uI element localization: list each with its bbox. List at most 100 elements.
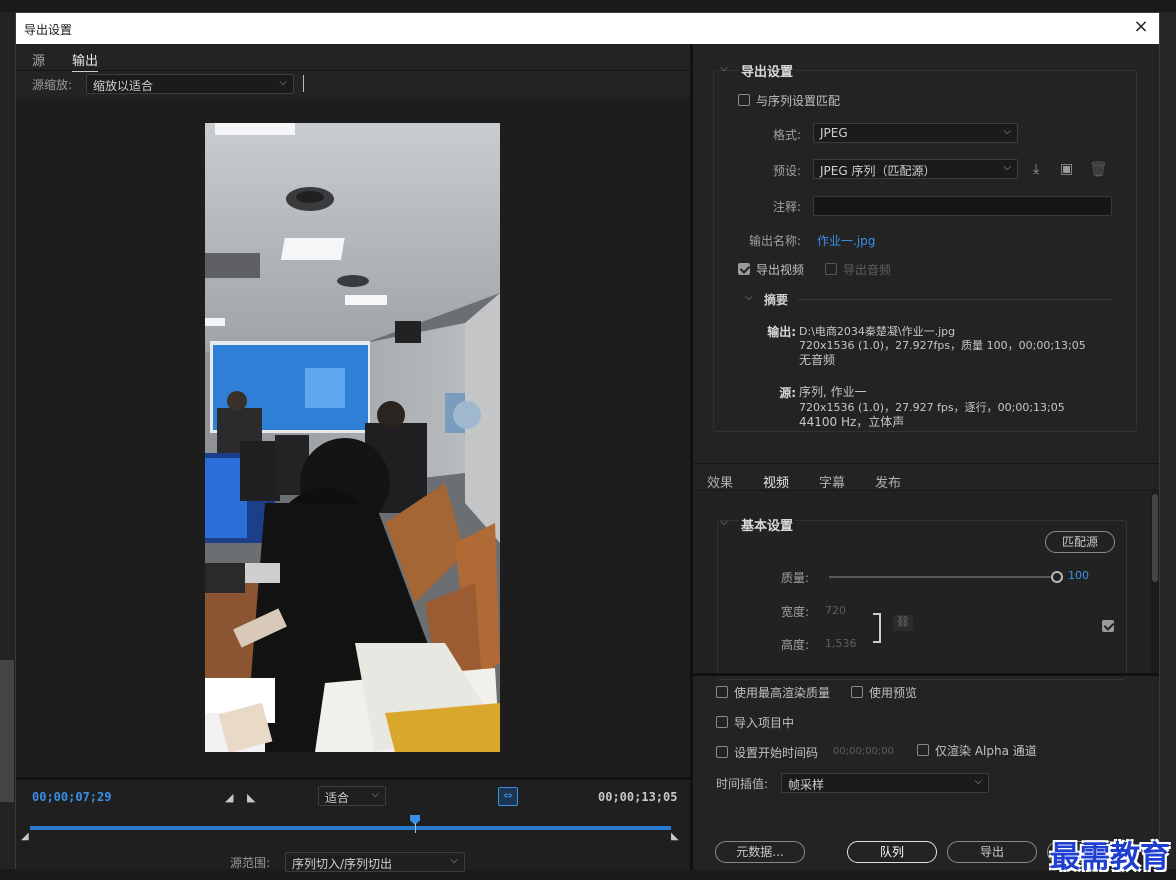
use-previews-checkbox[interactable] bbox=[851, 686, 863, 698]
format-select[interactable]: JPEG ⌵ bbox=[813, 123, 1018, 143]
output-name-link[interactable]: 作业一.jpg bbox=[817, 232, 875, 249]
background-panel bbox=[0, 660, 14, 802]
export-video-checkbox[interactable] bbox=[738, 263, 750, 275]
title-bar: 导出设置 × bbox=[16, 13, 1159, 44]
source-scaling-label: 源缩放: bbox=[32, 78, 73, 92]
window-title: 导出设置 bbox=[24, 23, 73, 37]
section-splitter[interactable] bbox=[693, 673, 1159, 676]
app-background-bottom bbox=[0, 869, 1176, 880]
preset-select[interactable]: JPEG 序列（匹配源） ⌵ bbox=[813, 159, 1018, 179]
app-background-top bbox=[0, 0, 1176, 12]
summary-source-specs: 720x1536 (1.0)，27.927 fps，逐行，00;00;13;05 bbox=[799, 401, 1065, 414]
fit-select[interactable]: 适合 ⌵ bbox=[318, 786, 386, 806]
preset-label: 预设: bbox=[772, 164, 801, 178]
tab-output[interactable]: 输出 bbox=[72, 50, 99, 72]
summary-divider bbox=[798, 299, 1112, 300]
text-cursor bbox=[303, 75, 304, 92]
settings-tabs: 效果 视频 字幕 发布 bbox=[693, 463, 1159, 494]
preview-tabs: 源 输出 bbox=[16, 44, 690, 72]
source-range-label: 源范围: bbox=[230, 856, 271, 870]
chevron-down-icon[interactable]: ⌵ bbox=[720, 517, 728, 528]
set-start-timecode-checkbox[interactable] bbox=[716, 746, 728, 758]
use-previews-label: 使用预览 bbox=[869, 686, 918, 700]
video-settings-scroll: ⌵ 基本设置 匹配源 质量: 100 宽度: 720 高度: 1,536 ⛓ bbox=[693, 492, 1159, 680]
width-value[interactable]: 720 bbox=[825, 604, 846, 617]
scrollbar-thumb[interactable] bbox=[1152, 494, 1158, 582]
duration-timecode: 00;00;13;05 bbox=[598, 790, 678, 804]
playhead-line bbox=[415, 823, 416, 833]
set-out-point-icon[interactable]: ◣ bbox=[247, 791, 255, 804]
video-preview-area bbox=[16, 97, 690, 777]
source-scaling-row: 源缩放: 缩放以适合 ⌵ bbox=[16, 71, 690, 97]
summary-output-label: 输出: bbox=[767, 325, 796, 339]
time-interpolation-value: 帧采样 bbox=[788, 778, 825, 792]
summary-output-audio: 无音频 bbox=[799, 353, 836, 367]
quality-value[interactable]: 100 bbox=[1068, 569, 1089, 582]
preset-value: JPEG 序列（匹配源） bbox=[820, 164, 936, 178]
metadata-button[interactable]: 元数据... bbox=[715, 841, 805, 863]
tab-captions[interactable]: 字幕 bbox=[819, 472, 845, 491]
in-point-marker-icon[interactable]: ◢ bbox=[21, 831, 29, 842]
app-background-left bbox=[0, 12, 15, 880]
source-scaling-value: 缩放以适合 bbox=[93, 79, 154, 93]
chevron-down-icon[interactable]: ⌵ bbox=[745, 292, 753, 303]
comments-input[interactable] bbox=[813, 196, 1112, 216]
time-interpolation-select[interactable]: 帧采样 ⌵ bbox=[781, 773, 989, 793]
height-label: 高度: bbox=[780, 638, 809, 652]
import-preset-icon[interactable]: ▣ bbox=[1060, 161, 1078, 177]
tab-source[interactable]: 源 bbox=[32, 50, 45, 71]
chevron-down-icon: ⌵ bbox=[450, 855, 458, 866]
summary-source-label: 源: bbox=[779, 386, 796, 400]
match-sequence-label: 与序列设置匹配 bbox=[756, 94, 841, 108]
tab-publish[interactable]: 发布 bbox=[875, 472, 901, 491]
width-label: 宽度: bbox=[780, 605, 809, 619]
close-icon[interactable]: × bbox=[1131, 18, 1151, 38]
max-render-quality-label: 使用最高渲染质量 bbox=[734, 686, 831, 700]
set-in-point-icon[interactable]: ◢ bbox=[225, 791, 233, 804]
quality-slider-track[interactable] bbox=[829, 571, 1063, 583]
chevron-down-icon[interactable]: ⌵ bbox=[720, 63, 728, 74]
match-sequence-checkbox[interactable] bbox=[738, 94, 750, 106]
basic-settings-header: 基本设置 bbox=[739, 515, 796, 534]
video-frame-image bbox=[205, 123, 500, 752]
timeline-bar: 00;00;07;29 ◢ ◣ 适合 ⌵ ⇔ 00;00;13;05 ◢ ◣ 源… bbox=[16, 777, 690, 872]
import-into-project-checkbox[interactable] bbox=[716, 716, 728, 728]
timeline-track[interactable] bbox=[30, 815, 671, 833]
current-timecode[interactable]: 00;00;07;29 bbox=[32, 790, 111, 804]
queue-button[interactable]: 队列 bbox=[847, 841, 937, 863]
save-preset-icon[interactable]: ⤓ bbox=[1033, 161, 1051, 177]
aspect-ratio-toggle-icon[interactable]: ⇔ bbox=[498, 787, 518, 806]
video-frame bbox=[205, 123, 500, 752]
delete-preset-icon[interactable]: 🗑 bbox=[1089, 160, 1108, 178]
scrollbar[interactable] bbox=[1151, 492, 1159, 674]
chevron-down-icon: ⌵ bbox=[1003, 126, 1011, 137]
quality-slider-handle[interactable] bbox=[1051, 571, 1063, 583]
match-source-dimensions-checkbox[interactable] bbox=[1102, 620, 1114, 632]
export-audio-checkbox[interactable] bbox=[825, 263, 837, 275]
out-point-marker-icon[interactable]: ◣ bbox=[671, 831, 679, 842]
output-name-label: 输出名称: bbox=[748, 234, 801, 248]
source-range-select[interactable]: 序列切入/序列切出 ⌵ bbox=[285, 852, 465, 872]
tab-effects[interactable]: 效果 bbox=[707, 472, 733, 491]
link-dimensions-icon[interactable]: ⛓ bbox=[893, 615, 913, 631]
summary-source-audio: 44100 Hz，立体声 bbox=[799, 415, 905, 429]
format-value: JPEG bbox=[820, 126, 848, 140]
source-scaling-select[interactable]: 缩放以适合 ⌵ bbox=[86, 74, 294, 94]
match-source-button[interactable]: 匹配源 bbox=[1045, 531, 1115, 553]
render-alpha-only-checkbox[interactable] bbox=[917, 744, 929, 756]
start-timecode-value[interactable]: 00;00;00;00 bbox=[833, 746, 894, 757]
export-button[interactable]: 导出 bbox=[947, 841, 1037, 863]
export-settings-dialog: 导出设置 × 源 输出 源缩放: 缩放以适合 ⌵ 00;00;07;29 ◢ ◣… bbox=[15, 12, 1160, 872]
export-video-label: 导出视频 bbox=[756, 263, 805, 277]
time-interpolation-label: 时间插值: bbox=[716, 777, 769, 791]
summary-output-path: D:\电商2034秦楚凝\作业一.jpg bbox=[799, 325, 956, 338]
tab-video[interactable]: 视频 bbox=[763, 472, 790, 494]
settings-panel: ⌵ 导出设置 与序列设置匹配 格式: JPEG ⌵ 预设: JPEG 序列（匹配… bbox=[693, 44, 1159, 870]
link-bracket bbox=[873, 613, 881, 643]
max-render-quality-checkbox[interactable] bbox=[716, 686, 728, 698]
export-audio-label: 导出音频 bbox=[843, 263, 892, 277]
chevron-down-icon: ⌵ bbox=[371, 789, 379, 800]
summary-source-name: 序列, 作业一 bbox=[799, 385, 867, 399]
chevron-down-icon: ⌵ bbox=[974, 776, 982, 787]
height-value[interactable]: 1,536 bbox=[825, 637, 857, 650]
